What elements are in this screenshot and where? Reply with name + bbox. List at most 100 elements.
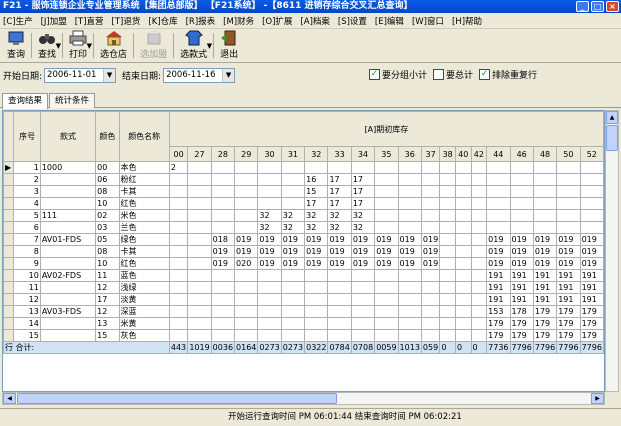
cell-qty[interactable]: [486, 221, 511, 234]
cell-style[interactable]: 1000: [39, 161, 97, 174]
cell-style[interactable]: [39, 221, 97, 234]
cell-qty[interactable]: 191: [532, 269, 558, 282]
header-size[interactable]: 27: [187, 146, 212, 162]
cell-qty[interactable]: [257, 161, 282, 174]
cell-color-name[interactable]: 米色: [118, 209, 170, 222]
cell-qty[interactable]: [374, 161, 399, 174]
cell-qty[interactable]: [168, 257, 189, 270]
cell-qty[interactable]: [304, 281, 329, 294]
cell-qty[interactable]: [439, 293, 456, 306]
cell-qty[interactable]: 17: [350, 173, 376, 186]
find-button[interactable]: 查找 ▼: [34, 29, 61, 62]
cell-qty[interactable]: 019: [420, 257, 441, 270]
cell-qty[interactable]: [439, 281, 456, 294]
cell-qty[interactable]: 019: [420, 233, 441, 246]
cell-qty[interactable]: [210, 185, 236, 198]
row-indicator[interactable]: [3, 173, 15, 186]
cell-qty[interactable]: 179: [579, 329, 604, 342]
cell-qty[interactable]: [509, 173, 534, 186]
cell-color-name[interactable]: 浅绿: [118, 281, 170, 294]
cell-qty[interactable]: [470, 209, 488, 222]
table-row[interactable]: ▶ 1 1000 00 本色 2: [3, 161, 604, 174]
cell-qty[interactable]: [168, 197, 189, 210]
cell-qty[interactable]: [187, 293, 212, 306]
cell-qty[interactable]: [187, 317, 212, 330]
header-size[interactable]: 34: [350, 146, 376, 162]
cell-qty[interactable]: [280, 269, 306, 282]
cell-qty[interactable]: 32: [257, 221, 282, 234]
cell-qty[interactable]: 019: [509, 257, 534, 270]
cell-style[interactable]: [39, 317, 97, 330]
cell-qty[interactable]: [470, 233, 488, 246]
cell-qty[interactable]: [374, 281, 399, 294]
results-grid[interactable]: 序号 款式 颜色 颜色名称 [A]期初库存 00 27 28 29 30 31 32 33 34…: [2, 110, 605, 392]
cell-qty[interactable]: [280, 173, 306, 186]
cell-qty[interactable]: 019: [327, 245, 352, 258]
exclude-duplicates-checkbox[interactable]: ✓: [478, 69, 490, 80]
cell-qty[interactable]: [397, 305, 422, 318]
cell-qty[interactable]: [210, 329, 236, 342]
cell-qty[interactable]: [327, 305, 352, 318]
cell-qty[interactable]: [532, 197, 558, 210]
menu-item[interactable]: [E]编辑: [375, 15, 404, 27]
header-size[interactable]: 28: [210, 146, 236, 162]
cell-qty[interactable]: [486, 161, 511, 174]
table-row[interactable]: 14 13 米黄 179 179 179 179 179: [3, 317, 604, 330]
cell-qty[interactable]: 32: [257, 209, 282, 222]
table-row[interactable]: 9 10 红色 019 020 019 019 019 019 019 019 019 019 019 01…: [3, 257, 604, 270]
cell-style[interactable]: [39, 197, 97, 210]
cell-qty[interactable]: [187, 221, 212, 234]
cell-color-name[interactable]: 蓝色: [118, 269, 170, 282]
cell-qty[interactable]: [234, 197, 259, 210]
menu-item[interactable]: [S]设置: [338, 15, 367, 27]
cell-qty[interactable]: [187, 209, 212, 222]
cell-qty[interactable]: [234, 281, 259, 294]
vertical-scroll-thumb[interactable]: [606, 125, 618, 151]
cell-qty[interactable]: [439, 329, 456, 342]
table-row[interactable]: 11 12 浅绿 191 191 191 191 191: [3, 281, 604, 294]
maximize-button[interactable]: □: [591, 1, 604, 12]
cell-color[interactable]: 00: [95, 161, 120, 174]
cell-color[interactable]: 12: [95, 281, 120, 294]
cell-qty[interactable]: [280, 305, 306, 318]
cell-qty[interactable]: [454, 281, 472, 294]
cell-qty[interactable]: 019: [556, 257, 581, 270]
cell-qty[interactable]: [257, 293, 282, 306]
row-indicator[interactable]: [3, 197, 15, 210]
cell-seq[interactable]: 8: [13, 245, 41, 258]
cell-qty[interactable]: 019: [280, 233, 306, 246]
header-size[interactable]: 29: [234, 146, 259, 162]
cell-qty[interactable]: [556, 173, 581, 186]
cell-qty[interactable]: [280, 317, 306, 330]
cell-qty[interactable]: 179: [532, 329, 558, 342]
cell-qty[interactable]: [470, 305, 488, 318]
cell-qty[interactable]: [579, 221, 604, 234]
cell-seq[interactable]: 9: [13, 257, 41, 270]
cell-style[interactable]: [39, 185, 97, 198]
cell-qty[interactable]: [280, 185, 306, 198]
cell-qty[interactable]: [454, 185, 472, 198]
cell-qty[interactable]: [420, 209, 441, 222]
table-row[interactable]: 10 AV02-FDS 11 蓝色 191 191 191 191 191: [3, 269, 604, 282]
header-size[interactable]: 36: [397, 146, 422, 162]
cell-qty[interactable]: [374, 209, 399, 222]
cell-qty[interactable]: [210, 197, 236, 210]
cell-qty[interactable]: 019: [280, 257, 306, 270]
row-indicator[interactable]: [3, 221, 15, 234]
cell-qty[interactable]: 019: [397, 257, 422, 270]
cell-qty[interactable]: 019: [509, 233, 534, 246]
cell-qty[interactable]: [454, 233, 472, 246]
header-size[interactable]: 38: [439, 146, 456, 162]
cell-qty[interactable]: [439, 233, 456, 246]
cell-qty[interactable]: [397, 317, 422, 330]
header-size[interactable]: 50: [556, 146, 581, 162]
cell-qty[interactable]: [439, 257, 456, 270]
cell-seq[interactable]: 6: [13, 221, 41, 234]
cell-qty[interactable]: 32: [304, 221, 329, 234]
row-indicator[interactable]: [3, 209, 15, 222]
cell-qty[interactable]: [397, 281, 422, 294]
start-date-dropdown-icon[interactable]: ▼: [103, 68, 116, 82]
cell-qty[interactable]: [397, 329, 422, 342]
cell-qty[interactable]: 019: [257, 245, 282, 258]
cell-qty[interactable]: [257, 197, 282, 210]
